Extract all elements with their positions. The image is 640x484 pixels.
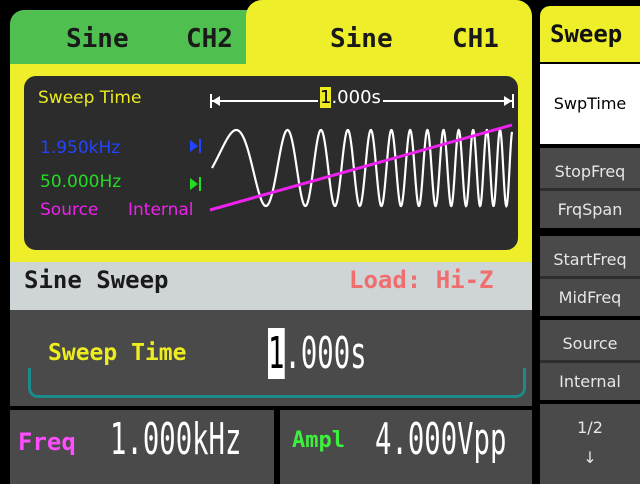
param-value-rest: .000s: [284, 328, 367, 379]
start-freq-marker-icon: [190, 178, 198, 190]
freq-value: 1.000kHz: [110, 414, 242, 465]
ampl-label: Ampl: [292, 428, 345, 453]
menu-midfreq-label: MidFreq: [558, 288, 622, 307]
tab-ch2[interactable]: Sine CH2: [10, 10, 250, 66]
menu-divider: [540, 360, 640, 363]
ampl-value: 4.000Vpp: [375, 414, 507, 465]
mode-title: Sine Sweep: [24, 266, 169, 294]
menu-page-button[interactable]: 1/2 ↓: [540, 404, 640, 484]
menu-stopfreq-label: StopFreq: [554, 162, 626, 181]
tab-ch2-wave: Sine: [66, 24, 129, 54]
param-label: Sweep Time: [48, 340, 187, 366]
tab-ch1-wave: Sine: [330, 24, 393, 54]
load-indicator: Load: Hi-Z: [349, 266, 494, 294]
tab-ch1[interactable]: Sine CH1: [246, 0, 532, 66]
menu-source-label: Source: [562, 334, 618, 353]
tab-ch2-channel: CH2: [186, 24, 233, 54]
sweep-waveform: [190, 94, 514, 212]
stop-freq-marker-icon: [190, 140, 198, 152]
menu-title: Sweep: [540, 6, 640, 62]
down-arrow-icon: ↓: [583, 448, 597, 467]
menu-stopfreq-button[interactable]: StopFreq FrqSpan: [540, 148, 640, 228]
graph-value-cursor: 1: [320, 87, 332, 108]
menu-frqspan-label: FrqSpan: [557, 200, 623, 219]
freq-label: Freq: [18, 428, 76, 456]
menu-startfreq-button[interactable]: StartFreq MidFreq: [540, 236, 640, 316]
menu-page-label: 1/2: [577, 418, 603, 437]
menu-divider: [540, 188, 640, 191]
sweep-graph: Sweep Time 1.950kHz 50.000Hz Source Inte…: [24, 76, 518, 250]
menu-swptime-label: SwpTime: [553, 94, 627, 113]
param-value-input[interactable]: 1.000s: [268, 328, 367, 379]
menu-internal-label: Internal: [559, 372, 621, 391]
menu-divider: [540, 276, 640, 279]
menu-source-button[interactable]: Source Internal: [540, 320, 640, 400]
sweep-time-graph-value: 1.000s: [318, 87, 383, 108]
menu-swptime-button[interactable]: SwpTime: [540, 64, 640, 144]
menu-startfreq-label: StartFreq: [553, 250, 627, 269]
param-cursor-digit: 1: [268, 328, 285, 379]
tab-ch1-channel: CH1: [452, 24, 499, 54]
